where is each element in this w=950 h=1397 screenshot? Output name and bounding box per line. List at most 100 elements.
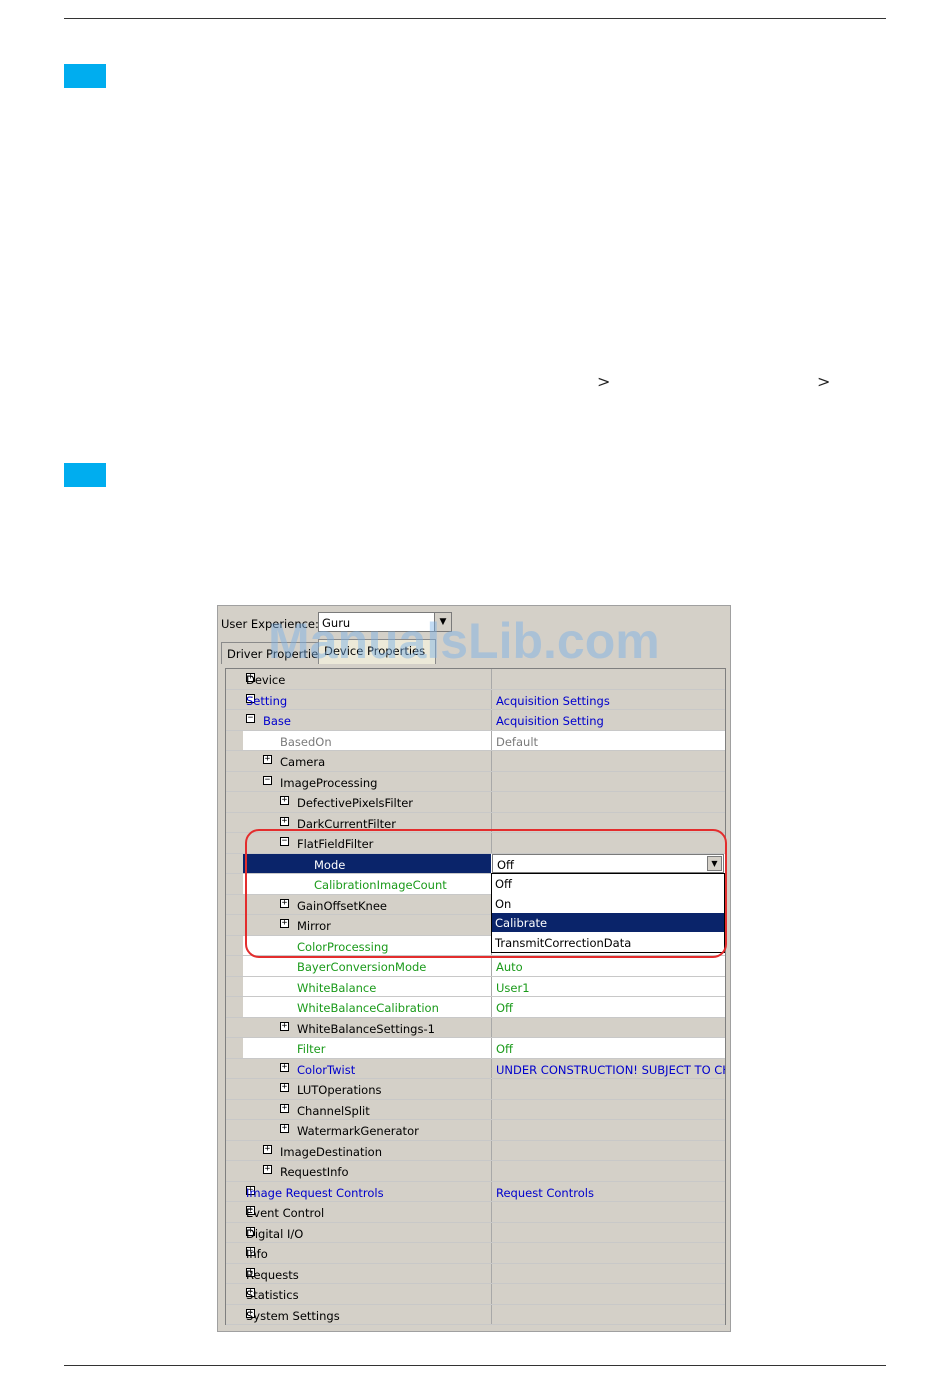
mode-select[interactable]: Off ▼ bbox=[492, 853, 724, 873]
row-name-cell: + DarkCurrentFilter bbox=[243, 812, 491, 832]
row-label: Image Request Controls bbox=[246, 1185, 384, 1200]
tree-row-mode[interactable]: Mode Off ▼ bbox=[226, 853, 725, 874]
tree-row-statistics[interactable]: + Statistics bbox=[226, 1284, 725, 1305]
row-name-cell: + DefectivePixelsFilter bbox=[243, 792, 491, 812]
tree-row-device[interactable]: + Device bbox=[226, 669, 725, 690]
user-experience-select[interactable]: Guru ▼ bbox=[318, 612, 452, 632]
row-label: WhiteBalanceCalibration bbox=[297, 1001, 439, 1015]
row-label: RequestInfo bbox=[280, 1165, 349, 1179]
dropdown-option-transmitcorrectiondata[interactable]: TransmitCorrectionData bbox=[492, 933, 724, 952]
row-gutter bbox=[226, 915, 243, 935]
tree-row-requestinfo[interactable]: + RequestInfo bbox=[226, 1161, 725, 1182]
tree-row-darkcurrentfilter[interactable]: + DarkCurrentFilter bbox=[226, 812, 725, 833]
tree-row-event-control[interactable]: + Event Control bbox=[226, 1202, 725, 1223]
row-value: User1 bbox=[496, 980, 530, 995]
tree-row-imagedestination[interactable]: + ImageDestination bbox=[226, 1140, 725, 1161]
expand-icon[interactable]: + bbox=[280, 1124, 289, 1133]
row-name-cell: WhiteBalance bbox=[243, 976, 491, 996]
expand-icon[interactable]: + bbox=[280, 1083, 289, 1092]
expand-icon[interactable]: + bbox=[263, 1165, 272, 1174]
collapse-icon[interactable]: − bbox=[263, 775, 272, 785]
tree-row-whitebalance[interactable]: WhiteBalance User1 bbox=[226, 976, 725, 997]
row-label: ImageProcessing bbox=[280, 775, 378, 790]
tree-row-colortwist[interactable]: + ColorTwist UNDER CONSTRUCTION! SUBJECT… bbox=[226, 1058, 725, 1079]
collapse-icon[interactable]: − bbox=[246, 714, 255, 723]
row-gutter bbox=[226, 894, 243, 914]
row-gutter bbox=[226, 935, 243, 955]
expand-icon[interactable]: + bbox=[280, 796, 289, 805]
tree-row-imageprocessing[interactable]: − ImageProcessing bbox=[226, 771, 725, 792]
chevron-down-icon[interactable]: ▼ bbox=[434, 613, 451, 631]
row-gutter bbox=[226, 1120, 243, 1140]
chevron-down-icon[interactable]: ▼ bbox=[707, 855, 722, 871]
expand-icon[interactable]: + bbox=[280, 898, 289, 908]
expand-icon[interactable]: + bbox=[280, 1021, 289, 1031]
row-name-cell: + GainOffsetKnee bbox=[243, 894, 491, 914]
mode-dropdown-list: Off On Calibrate TransmitCorrectionData bbox=[491, 873, 725, 953]
tree-row-whitebalancesettings-1[interactable]: + WhiteBalanceSettings-1 bbox=[226, 1017, 725, 1038]
tree-row-lutoperations[interactable]: + LUTOperations bbox=[226, 1079, 725, 1100]
dropdown-option-calibrate[interactable]: Calibrate bbox=[492, 913, 724, 932]
tree-row-system-settings[interactable]: + System Settings bbox=[226, 1304, 725, 1325]
tree-row-requests[interactable]: + Requests bbox=[226, 1263, 725, 1284]
row-value-cell: Auto bbox=[491, 956, 725, 976]
breadcrumb-separator-1: > bbox=[597, 372, 611, 391]
row-value: Acquisition Setting bbox=[496, 714, 604, 728]
row-gutter bbox=[226, 669, 243, 689]
row-label: Filter bbox=[297, 1042, 326, 1056]
row-gutter bbox=[226, 1284, 243, 1304]
row-gutter bbox=[226, 1222, 243, 1242]
expand-icon[interactable]: + bbox=[263, 755, 272, 764]
tree-row-info[interactable]: + Info bbox=[226, 1243, 725, 1264]
row-value-cell bbox=[491, 1120, 725, 1140]
tree-row-setting[interactable]: − Setting Acquisition Settings bbox=[226, 689, 725, 710]
tree-row-channelsplit[interactable]: + ChannelSplit bbox=[226, 1099, 725, 1120]
expand-icon[interactable]: + bbox=[280, 1062, 289, 1072]
row-label: Device bbox=[246, 673, 286, 687]
row-gutter bbox=[226, 730, 243, 750]
tree-row-flatfieldfilter[interactable]: − FlatFieldFilter bbox=[226, 833, 725, 854]
dropdown-option-off[interactable]: Off bbox=[492, 874, 724, 893]
expand-icon[interactable]: + bbox=[280, 816, 289, 826]
tree-row-basedon[interactable]: BasedOn Default bbox=[226, 730, 725, 751]
row-label: Event Control bbox=[246, 1206, 325, 1220]
expand-icon[interactable]: + bbox=[280, 1103, 289, 1113]
row-name-cell: + Requests bbox=[243, 1263, 491, 1283]
tab-device-properties[interactable]: Device Properties bbox=[318, 639, 436, 664]
row-label: ChannelSplit bbox=[297, 1103, 370, 1118]
dropdown-option-on[interactable]: On bbox=[492, 894, 724, 913]
row-gutter bbox=[226, 1140, 243, 1160]
row-value: Off bbox=[496, 1042, 513, 1056]
tree-row-image-request-controls[interactable]: + Image Request Controls Request Control… bbox=[226, 1181, 725, 1202]
tree-row-bayerconversionmode[interactable]: BayerConversionMode Auto bbox=[226, 956, 725, 977]
row-value: Acquisition Settings bbox=[496, 693, 610, 708]
row-label: Camera bbox=[280, 755, 326, 769]
row-label: DefectivePixelsFilter bbox=[297, 796, 414, 810]
tab-driver-properties[interactable]: Driver Properties bbox=[221, 642, 319, 664]
tree-row-digital-io[interactable]: + Digital I/O bbox=[226, 1222, 725, 1243]
expand-icon[interactable]: + bbox=[280, 919, 289, 928]
row-gutter bbox=[226, 956, 243, 976]
row-value-cell bbox=[491, 812, 725, 832]
row-name-cell: + Camera bbox=[243, 751, 491, 771]
tree-row-filter[interactable]: Filter Off bbox=[226, 1038, 725, 1059]
collapse-icon[interactable]: − bbox=[280, 837, 289, 846]
tree-row-defectivepixelsfilter[interactable]: + DefectivePixelsFilter bbox=[226, 792, 725, 813]
row-label: Base bbox=[263, 714, 292, 728]
tree-row-camera[interactable]: + Camera bbox=[226, 751, 725, 772]
row-name-cell: + Statistics bbox=[243, 1284, 491, 1304]
row-label: Statistics bbox=[246, 1288, 299, 1302]
row-label: DarkCurrentFilter bbox=[297, 816, 396, 831]
tree-row-whitebalancecalibration[interactable]: WhiteBalanceCalibration Off bbox=[226, 997, 725, 1018]
row-label: WatermarkGenerator bbox=[297, 1124, 419, 1138]
user-experience-value: Guru bbox=[322, 616, 351, 630]
row-label: WhiteBalance bbox=[297, 980, 377, 995]
row-name-cell: + Image Request Controls bbox=[243, 1181, 491, 1201]
tree-row-watermarkgenerator[interactable]: + WatermarkGenerator bbox=[226, 1120, 725, 1141]
expand-icon[interactable]: + bbox=[263, 1144, 272, 1154]
tree-row-base[interactable]: − Base Acquisition Setting bbox=[226, 710, 725, 731]
row-name-cell: + WhiteBalanceSettings-1 bbox=[243, 1017, 491, 1037]
row-gutter bbox=[226, 710, 243, 730]
row-gutter bbox=[226, 1058, 243, 1078]
row-value-cell bbox=[491, 1222, 725, 1242]
